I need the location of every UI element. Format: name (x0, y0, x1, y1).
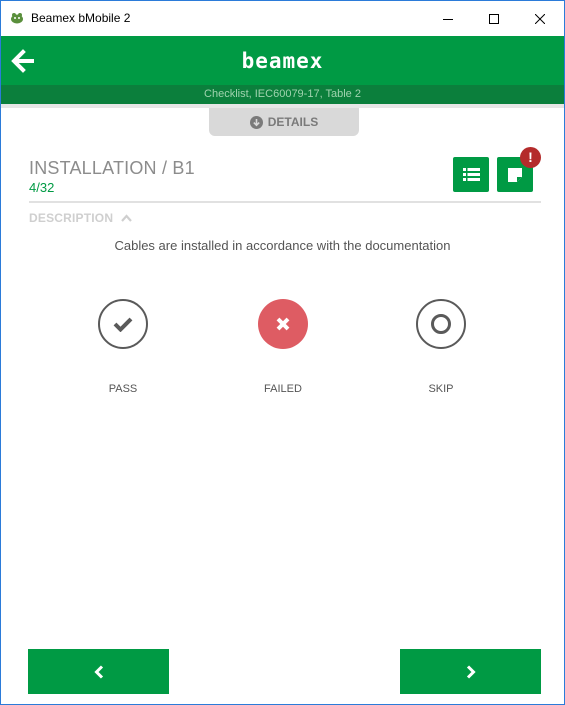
progress-total: /32 (36, 180, 55, 195)
list-view-button[interactable] (453, 157, 489, 192)
app-window: Beamex bMobile 2 beamex Checklist, IEC60… (0, 0, 565, 705)
next-button[interactable] (400, 649, 541, 694)
maximize-button[interactable] (471, 1, 517, 36)
chevron-right-icon (466, 664, 476, 679)
description-header: DESCRIPTION (29, 211, 114, 225)
description-text: Cables are installed in accordance with … (114, 238, 451, 253)
failed-label: FAILED (264, 383, 302, 395)
previous-button[interactable] (28, 649, 169, 694)
failed-button[interactable] (258, 299, 308, 349)
chevron-left-icon (93, 664, 103, 679)
failed-option[interactable]: FAILED (228, 299, 338, 395)
chevron-down-circle-icon (249, 115, 263, 129)
beamex-logo: beamex (241, 49, 324, 73)
minimize-icon (443, 18, 453, 20)
x-icon (276, 317, 290, 331)
pass-label: PASS (108, 383, 138, 395)
minimize-button[interactable] (425, 1, 471, 36)
window-title: Beamex bMobile 2 (31, 11, 131, 25)
title-bar: Beamex bMobile 2 (1, 1, 564, 36)
pass-button[interactable] (98, 299, 148, 349)
alert-badge: ! (520, 147, 541, 168)
close-icon (535, 13, 545, 24)
progress-counter: 4/32 (29, 180, 54, 195)
close-button[interactable] (517, 1, 563, 36)
pass-option[interactable]: PASS (68, 299, 178, 395)
app-header: beamex (1, 36, 564, 85)
skip-option[interactable]: SKIP (386, 299, 496, 395)
checklist-subtitle: Checklist, IEC60079-17, Table 2 (1, 85, 564, 104)
skip-button[interactable] (416, 299, 466, 349)
description-toggle[interactable]: DESCRIPTION (29, 211, 133, 225)
section-divider (29, 201, 541, 203)
check-icon (113, 317, 133, 332)
note-icon (508, 167, 522, 182)
list-icon (462, 168, 480, 181)
section-title: INSTALLATION / B1 (29, 158, 195, 178)
details-label: DETAILS (267, 115, 319, 129)
maximize-icon (489, 13, 499, 24)
app-icon (11, 13, 23, 24)
skip-label: SKIP (428, 383, 454, 395)
chevron-up-icon (121, 214, 133, 222)
ring-icon (431, 314, 451, 334)
details-tab[interactable]: DETAILS (209, 108, 359, 136)
